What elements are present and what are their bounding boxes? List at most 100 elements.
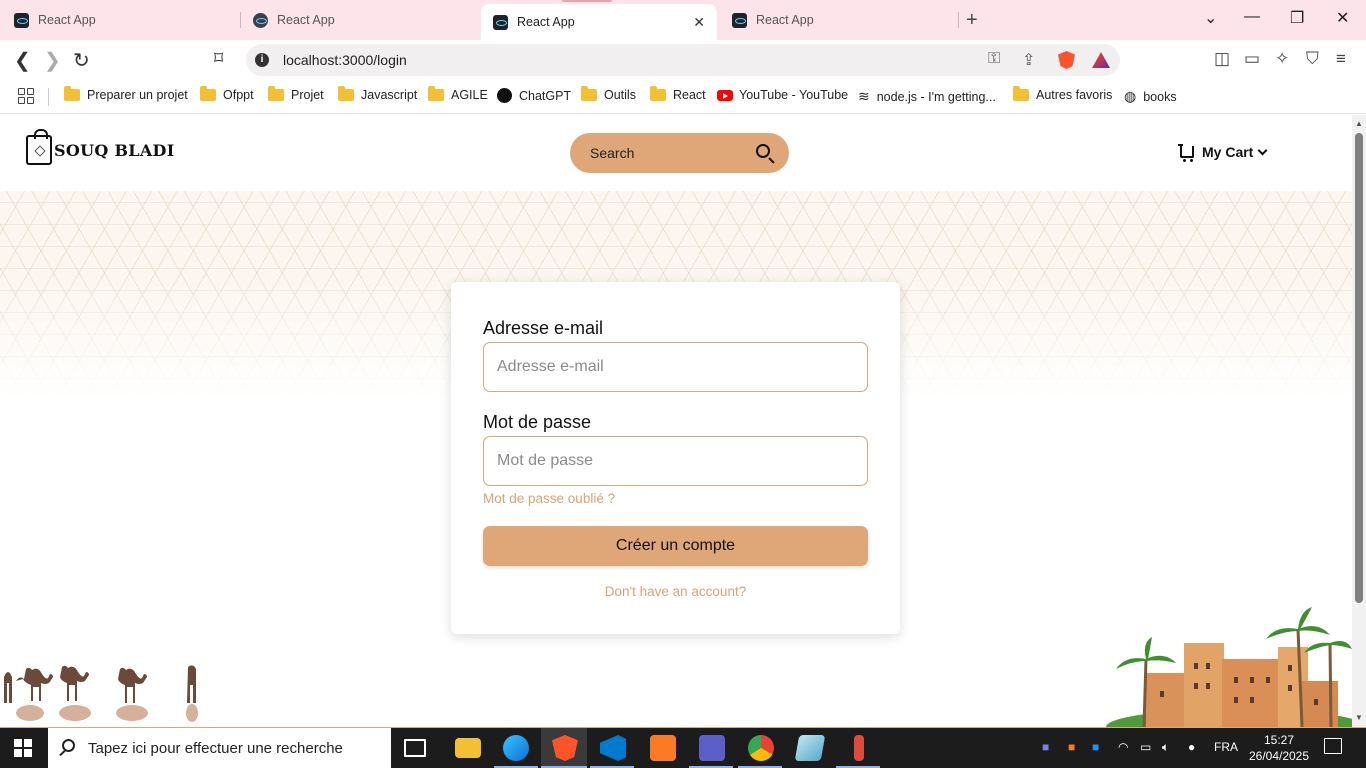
- brave-browser-icon[interactable]: [552, 735, 578, 761]
- url-text[interactable]: localhost:3000/login: [283, 52, 407, 68]
- bookmark-javascript[interactable]: Javascript: [338, 86, 417, 102]
- search-bar[interactable]: [570, 133, 789, 173]
- restore-icon[interactable]: ❐: [1290, 8, 1304, 28]
- folder-icon: [268, 86, 284, 101]
- folder-icon: [338, 86, 354, 101]
- apps-grid-icon[interactable]: [18, 88, 34, 104]
- shopping-bag-icon: [26, 129, 52, 165]
- tab-search-chevron-icon[interactable]: ⌄: [1204, 8, 1217, 28]
- password-label: Mot de passe: [483, 412, 592, 432]
- microphone-icon[interactable]: ●: [1188, 740, 1195, 754]
- clock[interactable]: 15:27 26/04/2025: [1248, 732, 1310, 764]
- search-icon: [62, 739, 75, 752]
- back-icon[interactable]: ❮: [14, 48, 31, 73]
- brave-shields-icon[interactable]: [1058, 51, 1075, 69]
- create-account-button[interactable]: Créer un compte: [483, 526, 868, 566]
- chrome-icon[interactable]: [748, 735, 774, 761]
- stackoverflow-icon: ≋: [858, 88, 870, 104]
- page-scrollbar[interactable]: ▲ ▼: [1352, 115, 1366, 727]
- bookmark-books[interactable]: ◍ books: [1124, 88, 1177, 105]
- wifi-icon[interactable]: ◠: [1118, 740, 1128, 754]
- site-header: SOUQ BLADI My Cart: [0, 115, 1352, 191]
- lightning-tray-icon[interactable]: ■: [1092, 740, 1099, 754]
- xampp-tray-icon[interactable]: ■: [1068, 740, 1075, 754]
- logo-text: SOUQ BLADI: [54, 140, 175, 160]
- close-tab-icon[interactable]: ✕: [693, 14, 705, 31]
- notification-center-icon[interactable]: [1324, 738, 1342, 754]
- kasbah-palm-illustration: [1106, 607, 1352, 727]
- react-favicon-icon: [732, 12, 747, 28]
- bookmark-projet[interactable]: Projet: [268, 86, 324, 102]
- signup-link[interactable]: Don't have an account?: [451, 584, 900, 599]
- language-indicator[interactable]: FRA: [1214, 740, 1238, 754]
- cart-label: My Cart: [1202, 144, 1254, 160]
- new-tab-button[interactable]: +: [966, 9, 978, 32]
- brave-rewards-icon[interactable]: [1092, 52, 1110, 68]
- browser-tab-2[interactable]: React App: [241, 4, 477, 36]
- battery-icon[interactable]: ▭: [1140, 740, 1151, 754]
- clock-time: 15:27: [1263, 733, 1295, 747]
- edge-icon[interactable]: [503, 735, 529, 761]
- my-cart-dropdown[interactable]: My Cart: [1178, 144, 1268, 162]
- leo-ai-icon[interactable]: ✧: [1275, 49, 1289, 69]
- bookmark-outils[interactable]: Outils: [581, 86, 636, 102]
- site-logo[interactable]: SOUQ BLADI: [26, 129, 175, 165]
- forgot-password-link[interactable]: Mot de passe oublié ?: [483, 491, 615, 506]
- tab-separator: [958, 12, 959, 28]
- browser-tab-3-active[interactable]: React App ✕: [481, 4, 717, 40]
- browser-tab-strip: React App React App React App ✕ React Ap…: [0, 0, 1366, 40]
- password-key-icon[interactable]: ⚿: [988, 50, 1000, 68]
- snipping-tool-icon[interactable]: [854, 735, 864, 761]
- browser-tab-1[interactable]: React App: [2, 4, 238, 36]
- cart-icon: [1178, 144, 1194, 162]
- browser-tab-4[interactable]: React App: [720, 4, 956, 36]
- share-icon[interactable]: ⇪: [1022, 50, 1035, 70]
- vscode-icon[interactable]: [600, 735, 626, 761]
- search-icon[interactable]: [756, 144, 770, 158]
- scroll-down-arrow-icon[interactable]: ▼: [1355, 713, 1363, 722]
- bookmark-icon[interactable]: ⌑: [214, 48, 223, 69]
- login-card: Adresse e-mail Mot de passe Mot de passe…: [451, 282, 900, 634]
- folder-icon: [1013, 86, 1029, 101]
- scrollbar-thumb[interactable]: [1355, 133, 1363, 603]
- folder-icon: [64, 86, 80, 101]
- bookmark-youtube[interactable]: YouTube - YouTube: [717, 88, 848, 102]
- sidebar-icon[interactable]: ◫: [1214, 49, 1230, 69]
- email-field[interactable]: [483, 342, 868, 392]
- task-view-icon[interactable]: [404, 739, 426, 757]
- teams-tray-icon[interactable]: ■: [1042, 740, 1049, 754]
- bookmark-chatgpt[interactable]: ChatGPT: [497, 88, 571, 103]
- address-bar[interactable]: i localhost:3000/login ⚿ ⇪: [246, 44, 1120, 76]
- scroll-up-arrow-icon[interactable]: ▲: [1355, 119, 1363, 128]
- bookmark-nodejs[interactable]: ≋ node.js - I'm getting...: [858, 88, 996, 105]
- tab-title: React App: [756, 13, 814, 27]
- bookmark-ofppt[interactable]: Ofppt: [200, 86, 254, 102]
- react-favicon-icon: [253, 12, 268, 28]
- bookmark-preparer-un-projet[interactable]: Preparer un projet: [64, 86, 188, 102]
- wallet-icon[interactable]: ▭: [1244, 49, 1260, 69]
- tab-title: React App: [517, 15, 575, 29]
- search-input[interactable]: [570, 133, 750, 173]
- menu-icon[interactable]: ≡: [1336, 49, 1346, 69]
- reload-icon[interactable]: ↻: [73, 48, 90, 73]
- windows-start-icon[interactable]: [14, 739, 32, 757]
- folder-icon: [581, 86, 597, 101]
- bookmark-autres-favoris[interactable]: Autres favoris: [1013, 86, 1112, 102]
- minimize-icon[interactable]: —: [1244, 8, 1260, 26]
- vpn-shield-icon[interactable]: ⛉: [1306, 49, 1319, 69]
- close-window-icon[interactable]: ✕: [1336, 8, 1349, 28]
- site-info-icon[interactable]: i: [255, 53, 269, 67]
- forward-icon[interactable]: ❯: [44, 48, 61, 73]
- password-field[interactable]: [483, 436, 868, 486]
- chatgpt-icon: [497, 88, 512, 103]
- bookmark-react[interactable]: React: [650, 86, 706, 102]
- tab-title: React App: [277, 13, 335, 27]
- file-explorer-icon[interactable]: [455, 738, 481, 758]
- xampp-icon[interactable]: [650, 735, 676, 761]
- teams-icon[interactable]: [699, 735, 725, 761]
- react-favicon-icon: [493, 14, 508, 30]
- volume-icon[interactable]: 🔈︎: [1162, 740, 1169, 755]
- taskbar-search-box[interactable]: Tapez ici pour effectuer une recherche: [48, 728, 391, 768]
- notepad-icon[interactable]: [794, 735, 826, 761]
- bookmark-agile[interactable]: AGILE: [428, 86, 488, 102]
